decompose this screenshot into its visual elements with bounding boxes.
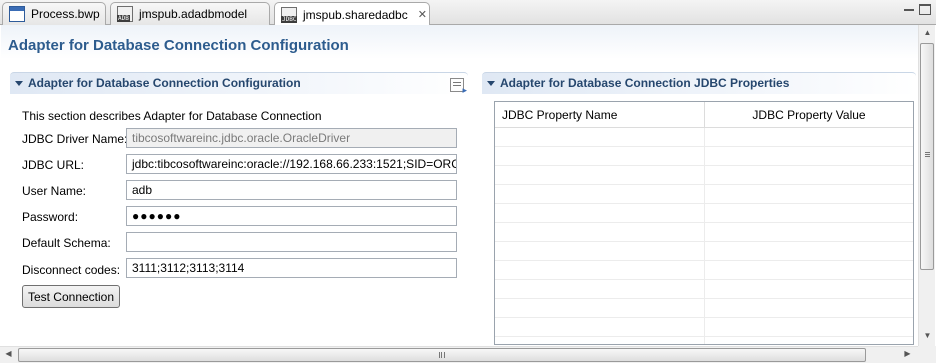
table-row[interactable] [495,280,913,299]
collapse-twisty-icon[interactable] [15,81,23,86]
tab-process-bwp[interactable]: Process.bwp [2,2,106,25]
column-header-property-name[interactable]: JDBC Property Name [495,102,705,127]
jdbc-url-label: JDBC URL: [22,158,85,172]
table-row[interactable] [495,318,913,337]
maximize-icon[interactable] [919,4,931,15]
tab-label: jmspub.sharedadbc [303,7,408,22]
default-schema-label: Default Schema: [22,236,111,250]
tab-label: Process.bwp [31,7,100,21]
adb-model-icon: ADB [117,6,133,22]
password-label: Password: [22,210,79,224]
user-name-field[interactable]: adb [126,180,457,200]
table-row[interactable] [495,128,913,147]
horizontal-scroll-thumb[interactable] [18,348,866,362]
tab-sharedadbc[interactable]: JDBC jmspub.sharedadbc ✕ [274,2,430,26]
table-row[interactable] [495,185,913,204]
page-title: Adapter for Database Connection Configur… [8,37,349,54]
form-header: Adapter for Database Connection Configur… [1,25,918,59]
disconnect-codes-field[interactable]: 3111;3112;3113;3114 [126,258,457,278]
jdbc-shared-icon: JDBC [281,6,298,23]
column-header-property-value[interactable]: JDBC Property Value [705,102,913,127]
minimize-icon[interactable] [903,4,915,15]
section-description: This section describes Adapter for Datab… [22,109,322,123]
vertical-scrollbar[interactable]: ▲ ▼ [918,25,935,346]
vertical-scroll-thumb[interactable] [920,43,934,270]
test-connection-button[interactable]: Test Connection [22,285,120,308]
scroll-right-icon[interactable]: ▶ [899,349,916,358]
section-description-toggle-icon[interactable] [450,78,467,96]
disconnect-codes-label: Disconnect codes: [22,263,121,277]
jdbc-url-field[interactable]: jdbc:tibcosoftwareinc:oracle://192.168.6… [126,154,457,174]
default-schema-field[interactable] [126,232,457,252]
tab-label: jmspub.adadbmodel [139,7,248,21]
user-name-label: User Name: [22,184,87,198]
close-tab-icon[interactable]: ✕ [418,8,427,21]
process-window-icon [9,6,25,22]
password-field[interactable]: ●●●●●● [126,206,457,226]
table-row[interactable] [495,242,913,261]
horizontal-scrollbar[interactable]: ◀ ▶ [0,346,918,363]
collapse-twisty-icon[interactable] [487,81,495,86]
table-row[interactable] [495,147,913,166]
table-row[interactable] [495,204,913,223]
config-section-title: Adapter for Database Connection Configur… [28,76,301,90]
table-row[interactable] [495,299,913,318]
jdbc-section-title: Adapter for Database Connection JDBC Pro… [500,76,790,90]
config-section-header[interactable]: Adapter for Database Connection Configur… [10,72,468,96]
scroll-left-icon[interactable]: ◀ [0,349,17,358]
table-row[interactable] [495,337,913,344]
tab-adadbmodel[interactable]: ADB jmspub.adadbmodel [110,2,270,25]
table-row[interactable] [495,223,913,242]
scroll-down-icon[interactable]: ▼ [919,331,936,340]
scroll-up-icon[interactable]: ▲ [919,28,936,37]
table-header: JDBC Property Name JDBC Property Value [495,102,913,128]
scrollbar-corner [918,346,936,363]
table-row[interactable] [495,261,913,280]
jdbc-properties-table[interactable]: JDBC Property Name JDBC Property Value [494,101,914,345]
jdbc-section-header[interactable]: Adapter for Database Connection JDBC Pro… [482,72,916,94]
driver-name-label: JDBC Driver Name: [22,132,128,146]
editor-tab-bar: Process.bwp ADB jmspub.adadbmodel JDBC j… [0,0,936,26]
table-row[interactable] [495,166,913,185]
driver-name-field[interactable]: tibcosoftwareinc.jdbc.oracle.OracleDrive… [126,128,457,148]
